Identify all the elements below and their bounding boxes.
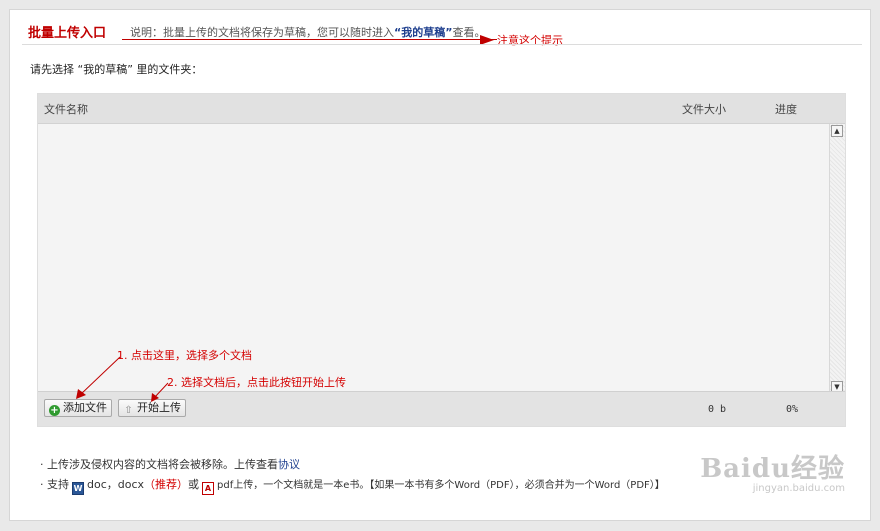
upload-panel: 批量上传入口 说明：批量上传的文档将保存为草稿，您可以随时进入“我的草稿”查看。…	[9, 9, 871, 521]
upload-notes: · 上传涉及侵权内容的文档将会被移除。上传查看协议 · 支持 Wdoc，docx（…	[40, 455, 665, 496]
header-divider	[22, 44, 862, 45]
note-2-formats: doc，docx	[87, 478, 145, 491]
annotation-step-2: 2. 选择文档后，点击此按钮开始上传	[167, 376, 346, 389]
annotation-step-1: 1. 点击这里，选择多个文档	[117, 349, 252, 362]
choose-folder-label: 请先选择 “我的草稿” 里的文件夹：	[30, 63, 203, 76]
file-list-header: 文件名称 文件大小 进度	[38, 94, 845, 124]
watermark-brand: Baidu经验	[700, 454, 845, 484]
agreement-link[interactable]: 协议	[278, 458, 300, 471]
note-2-prefix: · 支持	[40, 478, 69, 491]
page-title: 批量上传入口	[28, 26, 107, 41]
note-line-1: · 上传涉及侵权内容的文档将会被移除。上传查看协议	[40, 455, 665, 475]
file-uploader: 文件名称 文件大小 进度 ▲ ▼ + 添加文件 ⇧ 开始上传 0 b 0%	[37, 93, 846, 427]
note-2-or: 或	[188, 478, 200, 491]
total-progress: 0%	[786, 404, 799, 415]
pdf-file-icon: A	[202, 482, 215, 495]
file-list-scrollbar[interactable]: ▲ ▼	[829, 124, 845, 394]
upload-arrow-icon: ⇧	[124, 405, 133, 416]
desc-prefix: 说明：批量上传的文档将保存为草稿，您可以随时进入	[130, 26, 394, 39]
note-line-2: · 支持 Wdoc，docx（推荐）或 Apdf上传，一个文档就是一本e书。【如果一…	[40, 475, 665, 496]
column-file-name: 文件名称	[44, 103, 88, 116]
annotation-arrow-2-icon	[151, 382, 169, 402]
column-progress: 进度	[775, 103, 797, 116]
plus-circle-icon: +	[49, 405, 60, 416]
baidu-watermark: Baidu经验 jingyan.baidu.com	[700, 448, 845, 494]
annotation-underline	[122, 39, 497, 40]
note-2-suffix: pdf上传，一个文档就是一本e书。【如果一本书有多个Word（PDF），必须合并…	[217, 480, 665, 491]
annotation-arrow-1-icon	[76, 356, 121, 399]
note-1-text: · 上传涉及侵权内容的文档将会被移除。上传查看	[40, 458, 278, 471]
upload-description: 说明：批量上传的文档将保存为草稿，您可以随时进入“我的草稿”查看。	[122, 24, 485, 40]
annotation-note: 注意这个提示	[497, 34, 563, 47]
my-drafts-link[interactable]: “我的草稿”	[394, 26, 452, 39]
recommend-label: （推荐）	[144, 478, 189, 491]
total-size: 0 b	[708, 404, 727, 415]
column-file-size: 文件大小	[682, 103, 726, 116]
word-file-icon: W	[72, 482, 84, 495]
scroll-up-icon[interactable]: ▲	[831, 125, 843, 137]
